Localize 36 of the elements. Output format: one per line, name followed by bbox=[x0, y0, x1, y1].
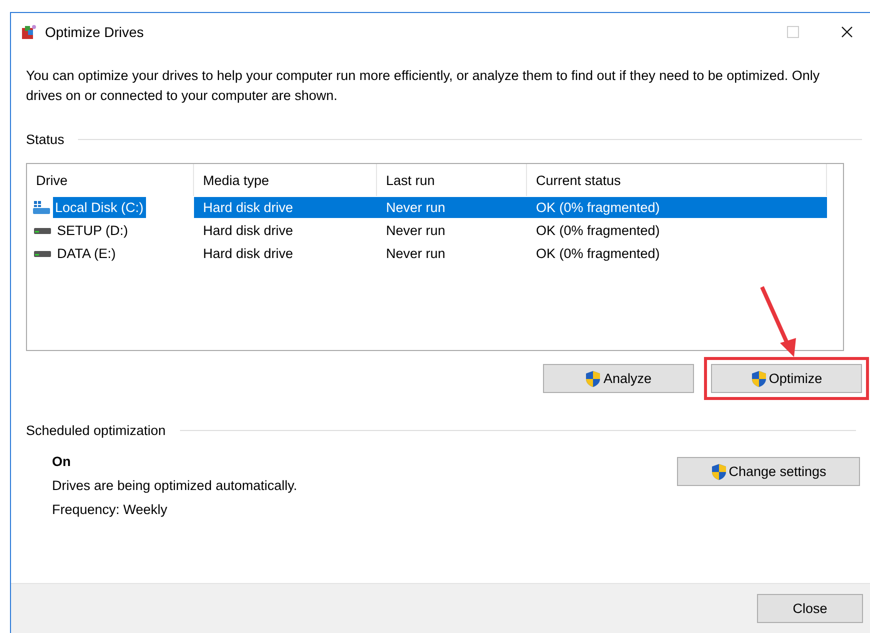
analyze-button[interactable]: Analyze bbox=[543, 364, 694, 393]
column-header[interactable]: Media type bbox=[194, 164, 377, 196]
maximize-icon bbox=[787, 26, 799, 38]
table-cell-text: Never run bbox=[385, 222, 446, 240]
drive-icon bbox=[34, 250, 51, 256]
drive-name[interactable]: DATA (E:) bbox=[55, 243, 118, 264]
column-header[interactable]: Last run bbox=[377, 164, 527, 196]
schedule-state: On bbox=[52, 454, 72, 469]
shield-icon bbox=[585, 370, 602, 388]
close-icon bbox=[841, 26, 853, 38]
section-label: Status bbox=[26, 132, 64, 147]
table-cell: Never run bbox=[377, 197, 527, 218]
table-cell: Hard disk drive bbox=[194, 197, 377, 218]
description-text: You can optimize your drives to help your computer run more efficiently, or analyze them to find out if they need to be optimized. Only drives on or connected to your computer are shown. bbox=[26, 67, 821, 105]
section-label: Scheduled optimization bbox=[26, 423, 166, 438]
column-header[interactable]: Drive bbox=[27, 164, 194, 196]
drive-icon bbox=[34, 228, 51, 234]
schedule-note: Drives are being optimized automatically. bbox=[52, 478, 298, 493]
window-title: Optimize Drives bbox=[45, 24, 145, 40]
shield-icon bbox=[710, 462, 727, 480]
table-cell: OK (0% fragmented) bbox=[527, 197, 827, 218]
table-cell-text: Never run bbox=[385, 245, 446, 263]
frequency-text: Frequency: Weekly bbox=[52, 502, 168, 517]
table-cell-text: Hard disk drive bbox=[202, 245, 294, 263]
close-dialog-button[interactable]: Close bbox=[757, 594, 863, 623]
change-settings-button[interactable]: Change settings bbox=[677, 457, 860, 486]
column-header[interactable]: Current status bbox=[527, 164, 827, 196]
drive-icon bbox=[33, 201, 50, 214]
drive-name[interactable]: SETUP (D:) bbox=[55, 220, 130, 241]
optimize-button[interactable]: Optimize bbox=[711, 364, 862, 393]
table-cell-text: Hard disk drive bbox=[202, 222, 294, 240]
app-icon bbox=[21, 24, 37, 40]
table-cell-text: OK (0% fragmented) bbox=[535, 245, 661, 263]
shield-icon bbox=[750, 370, 767, 388]
table-cell-text: OK (0% fragmented) bbox=[535, 222, 661, 240]
drive-name[interactable]: Local Disk (C:) bbox=[53, 197, 146, 218]
